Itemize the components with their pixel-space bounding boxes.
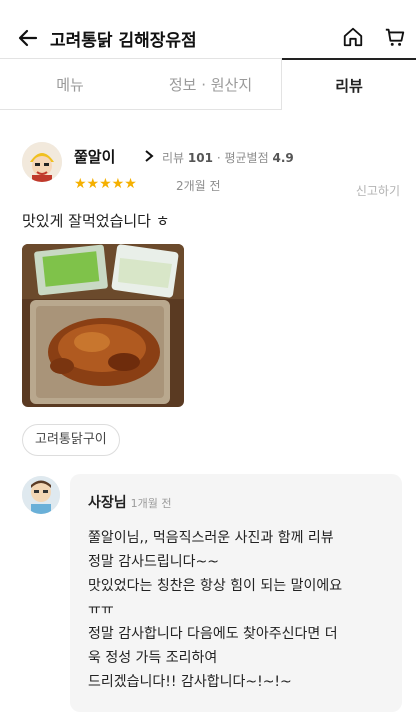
back-arrow-icon[interactable] [16, 26, 40, 50]
owner-avatar-image [22, 476, 60, 514]
tab-review[interactable]: 리뷰 [282, 58, 416, 110]
reviewer-avatar-image [22, 142, 62, 182]
avg-rating: 4.9 [272, 151, 294, 165]
home-icon[interactable] [342, 26, 364, 48]
reviewer-name[interactable]: 쭐알이 [74, 146, 115, 167]
avg-rating-label: 평균별점 [224, 151, 269, 165]
tab-info-origin[interactable]: 정보 · 원산지 [140, 58, 282, 110]
tab-menu[interactable]: 메뉴 [0, 58, 140, 110]
report-link[interactable]: 신고하기 [356, 182, 400, 199]
owner-reply-date: 1개월 전 [130, 497, 172, 510]
reviewer-avatar[interactable] [22, 142, 62, 182]
menu-tag[interactable]: 고려통닭구이 [22, 424, 120, 456]
owner-reply: 사장님 1개월 전 쭐알이님,, 먹음직스러운 사진과 함께 리뷰 정말 감사드립… [70, 474, 402, 712]
owner-label: 사장님 [88, 495, 127, 511]
chevron-right-icon[interactable] [144, 150, 154, 162]
reviewer-stats: 리뷰 101 · 평균별점 4.9 [162, 149, 294, 166]
review-count-label: 리뷰 [162, 151, 185, 165]
meta-separator: · [216, 151, 221, 165]
cart-icon[interactable] [384, 26, 406, 48]
review-text: 맛있게 잘먹었습니다 ㅎ [22, 212, 170, 230]
owner-avatar [22, 476, 60, 514]
review-date: 2개월 전 [176, 179, 221, 193]
review-photo[interactable] [22, 244, 184, 407]
store-title: 고려통닭 김해장유점 [50, 31, 197, 51]
review-count: 101 [187, 151, 213, 165]
tab-bar: 메뉴 정보 · 원산지 리뷰 [0, 58, 416, 110]
chicken-photo-image [22, 244, 184, 407]
owner-reply-header: 사장님 1개월 전 [88, 492, 384, 512]
owner-reply-text: 쭐알이님,, 먹음직스러운 사진과 함께 리뷰 정말 감사드립니다~~ 맛있었다… [88, 530, 343, 690]
review-header: 쭐알이 리뷰 101 · 평균별점 4.9 ★★★★★ 2개월 전 [22, 142, 402, 193]
star-rating: ★★★★★ [74, 176, 137, 192]
